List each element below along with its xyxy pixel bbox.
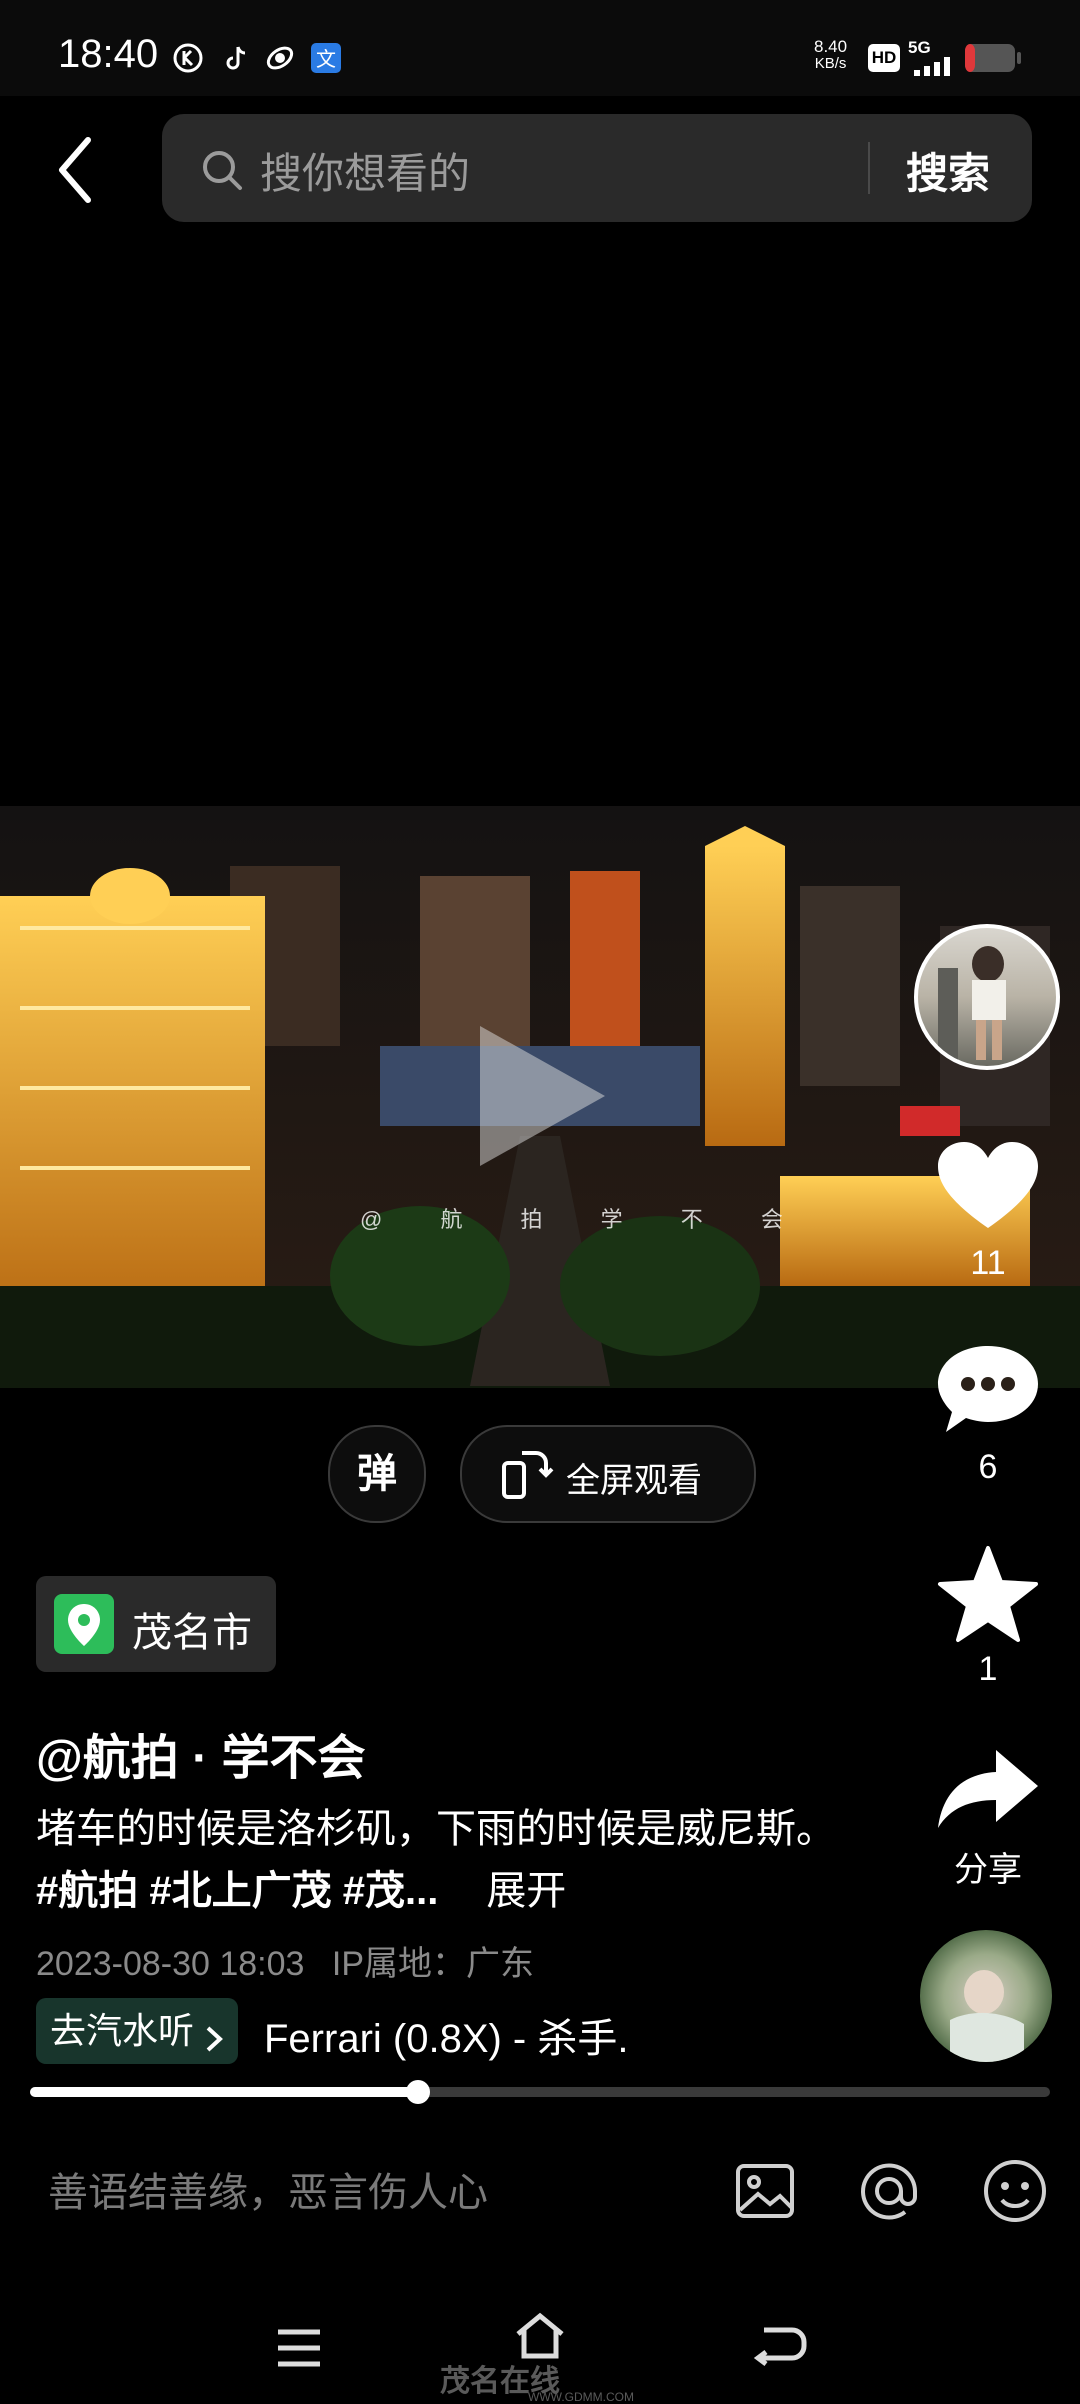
k-icon: [173, 43, 203, 73]
danmaku-label: 弹: [357, 1452, 397, 1496]
comment-count: 6: [978, 1448, 998, 1486]
svg-text:文: 文: [316, 47, 336, 71]
author-name[interactable]: @航拍 · 学不会: [36, 1718, 365, 1788]
share-label: 分享: [954, 1851, 1022, 1889]
progress-knob[interactable]: [405, 2080, 430, 2104]
back-nav-icon[interactable]: [752, 2320, 808, 2370]
menu-icon[interactable]: [274, 2326, 324, 2370]
video-player[interactable]: @ 航 拍 学 不 会: [0, 806, 1080, 1388]
search-button[interactable]: 搜索: [906, 140, 990, 201]
fullscreen-button[interactable]: 全屏观看: [460, 1425, 756, 1523]
status-bar: 18:40 文 8.40 KB/s HD 5G: [0, 0, 1080, 96]
translate-icon: 文: [311, 43, 341, 73]
emoji-icon[interactable]: [982, 2158, 1048, 2224]
network-speed: 8.40 KB/s: [814, 37, 848, 72]
tiktok-icon: [226, 46, 246, 70]
image-icon[interactable]: [734, 2160, 796, 2222]
progress-fill: [30, 2087, 418, 2097]
search-divider: [868, 142, 870, 194]
home-icon[interactable]: [512, 2310, 568, 2360]
mention-icon[interactable]: [856, 2158, 922, 2224]
avatar-image: [938, 946, 1006, 1066]
location-tag[interactable]: 茂名市: [36, 1576, 276, 1672]
fullscreen-label: 全屏观看: [566, 1462, 702, 1500]
fullscreen-icon: [502, 1451, 554, 1499]
location-pin-icon: [54, 1594, 114, 1654]
music-tag[interactable]: 去汽水听: [36, 1998, 239, 2064]
favorite-count: 1: [978, 1650, 998, 1688]
expand-button[interactable]: 展开: [486, 1869, 566, 1913]
search-placeholder: 搜你想看的: [260, 150, 471, 197]
author-avatar[interactable]: [914, 924, 1060, 1070]
video-watermark: @ 航 拍 学 不 会: [360, 1207, 809, 1232]
comment-icon[interactable]: [936, 1342, 1040, 1438]
ip-location: IP属地：广东: [331, 1945, 535, 1983]
music-disc-image: [950, 1970, 1024, 2062]
back-icon[interactable]: [48, 130, 118, 210]
hd-badge: HD: [868, 44, 900, 72]
caption-hashtags[interactable]: #航拍 #北上广茂 #茂...: [36, 1869, 438, 1913]
favorite-icon[interactable]: [936, 1544, 1040, 1644]
share-icon[interactable]: [936, 1746, 1040, 1830]
comment-input[interactable]: 善语结善缘，恶言伤人心: [48, 2160, 488, 2218]
like-icon[interactable]: [936, 1140, 1040, 1232]
video-progress-bar[interactable]: [30, 2080, 1050, 2104]
post-date: 2023-08-30 18:03: [36, 1945, 305, 1983]
post-meta: 2023-08-30 18:03 IP属地：广东: [36, 1936, 534, 1985]
app-icon: [266, 46, 294, 70]
play-icon[interactable]: [470, 1021, 610, 1171]
music-tag-label: 去汽水听: [50, 2010, 195, 2051]
music-title[interactable]: Ferrari (0.8X) - 杀手.: [264, 2006, 628, 2064]
search-input[interactable]: 搜你想看的 搜索: [162, 114, 1032, 222]
location-label: 茂名市: [132, 1611, 252, 1655]
danmaku-button[interactable]: 弹: [328, 1425, 426, 1523]
site-url: WWW.GDMM.COM: [528, 2390, 634, 2404]
music-disc[interactable]: [920, 1930, 1052, 2062]
video-caption: 堵车的时候是洛杉矶，下雨的时候是威尼斯。 #航拍 #北上广茂 #茂... 展开: [36, 1798, 856, 1922]
signal-icon: [914, 57, 950, 76]
battery-icon: [965, 44, 1021, 72]
system-nav-bar: 茂名在线 WWW.GDMM.COM: [0, 2290, 1080, 2404]
search-icon: [203, 151, 242, 190]
chevron-right-icon: [207, 2026, 224, 2052]
caption-text: 堵车的时候是洛杉矶，下雨的时候是威尼斯。: [36, 1807, 836, 1851]
status-time: 18:40: [58, 32, 159, 76]
like-count: 11: [970, 1244, 1006, 1282]
